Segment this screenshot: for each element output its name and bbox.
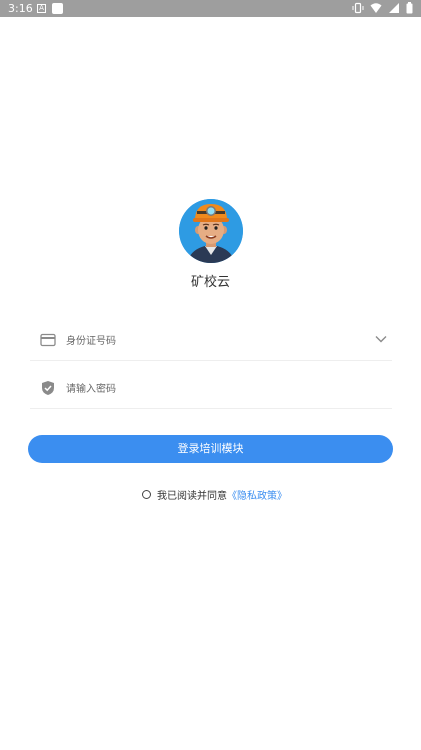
id-number-placeholder: 身份证号码 [66, 336, 116, 347]
notification-icons: A [37, 3, 63, 14]
privacy-agreement: 我已阅读并同意 《隐私政策》 [142, 487, 287, 502]
signal-icon [389, 3, 399, 13]
wifi-icon [370, 3, 382, 13]
vibrate-icon [352, 2, 364, 14]
chevron-down-icon[interactable] [374, 332, 388, 346]
status-time: 3:16 [8, 2, 33, 15]
agree-text: 我已阅读并同意 [157, 490, 227, 502]
app-logo-avatar [179, 199, 243, 263]
agree-radio[interactable] [142, 489, 151, 499]
a-icon: A [37, 4, 46, 13]
shield-check-icon [42, 381, 54, 395]
battery-icon [406, 2, 413, 14]
miner-avatar-icon [179, 199, 243, 263]
status-bar: 3:16 A [0, 0, 421, 17]
system-icons [352, 2, 413, 14]
password-field[interactable]: 请输入密码 [30, 368, 392, 409]
privacy-policy-link[interactable]: 《隐私政策》 [227, 487, 287, 502]
id-number-field[interactable]: 身份证号码 [30, 320, 392, 361]
password-placeholder: 请输入密码 [66, 384, 116, 395]
app-name: 矿校云 [190, 275, 230, 290]
card-icon [40, 333, 56, 347]
login-button[interactable]: 登录培训模块 [28, 435, 393, 463]
square-icon [52, 3, 63, 14]
